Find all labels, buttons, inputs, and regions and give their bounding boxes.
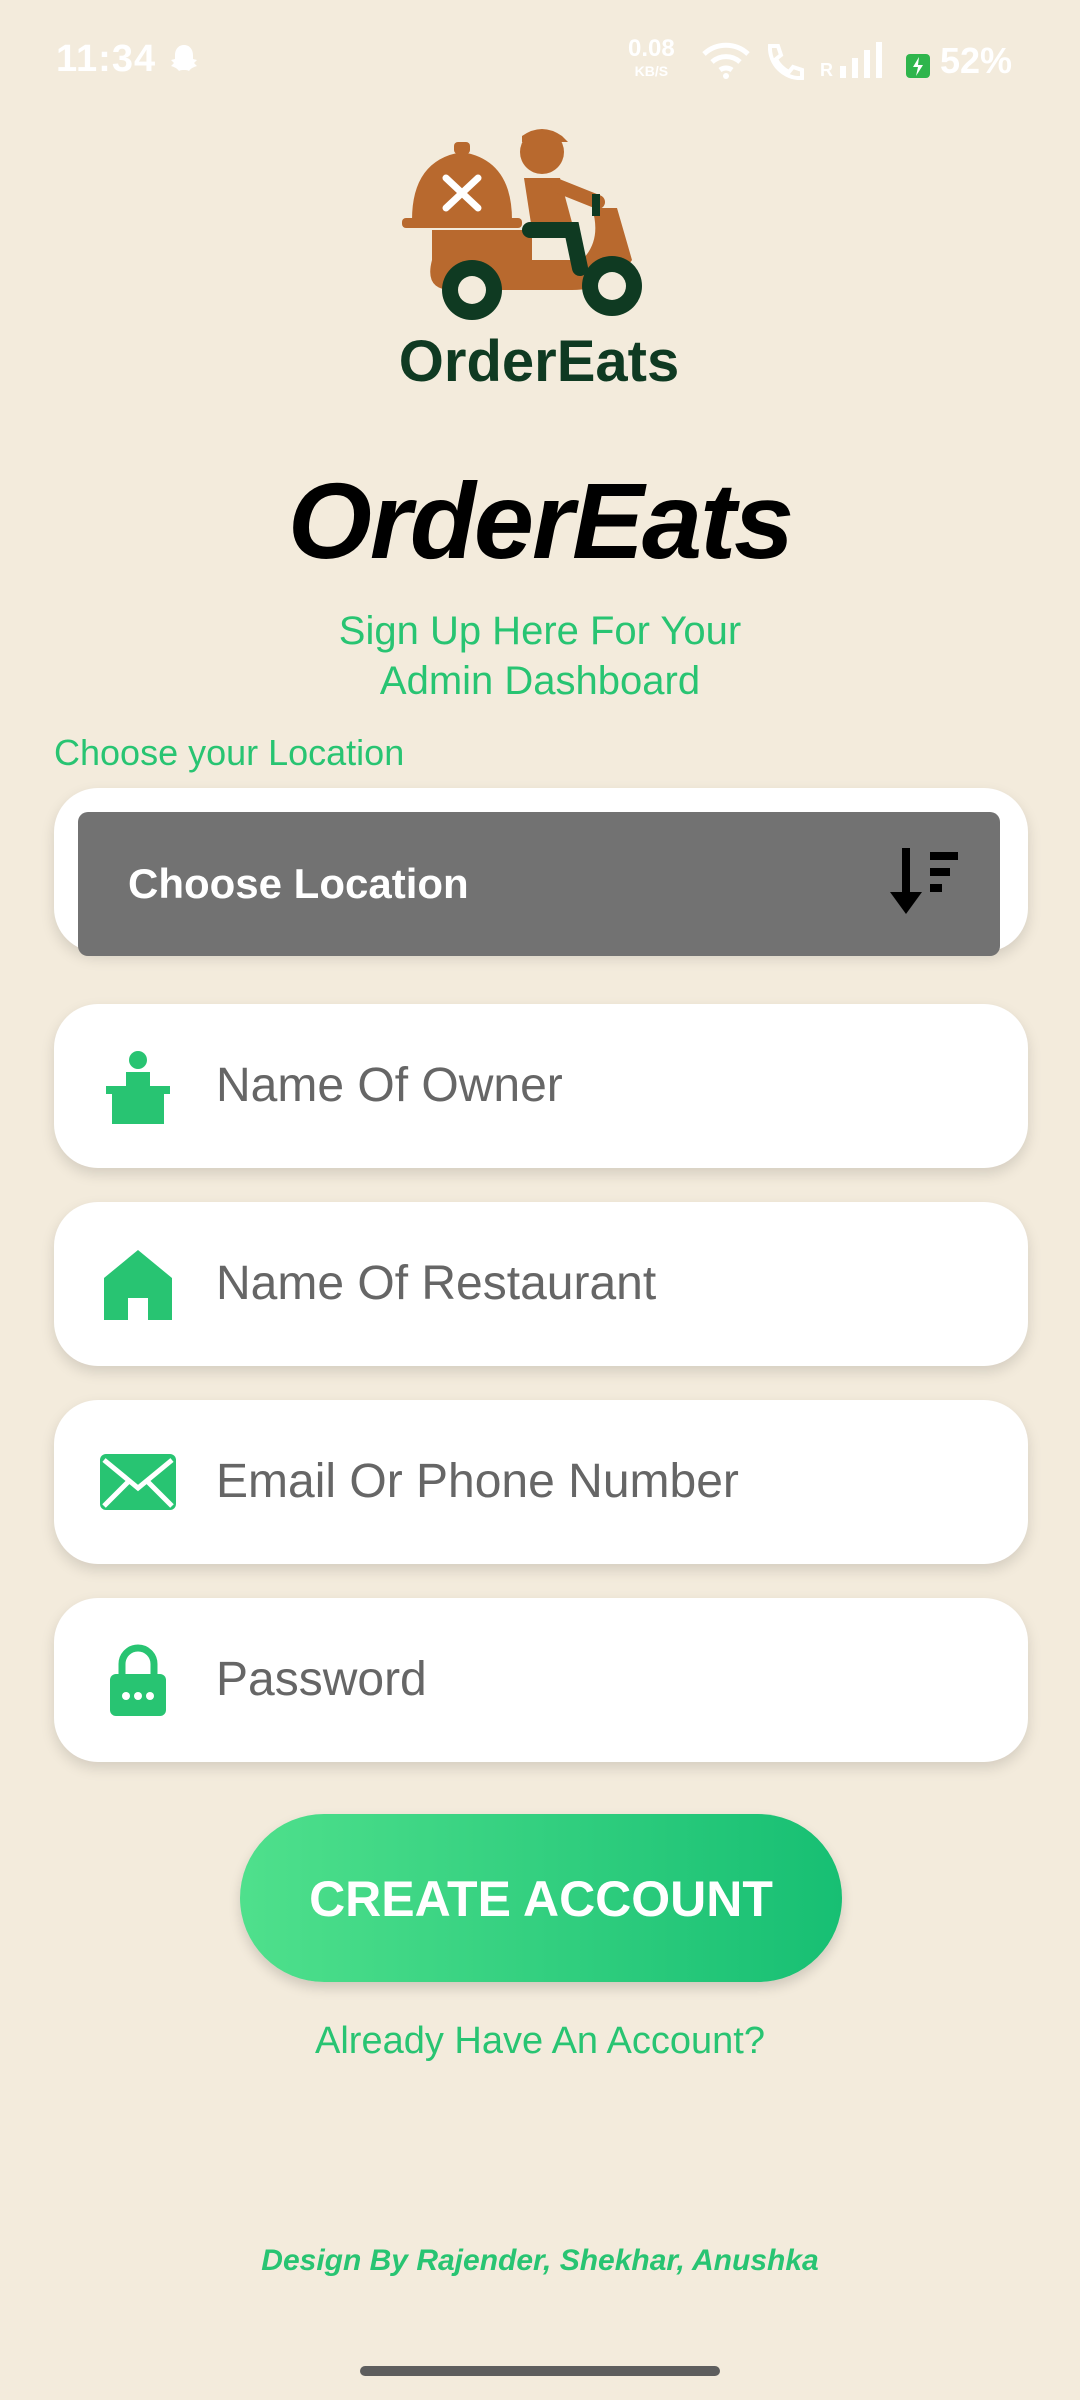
password-field[interactable]: Password [54,1598,1028,1762]
location-dropdown-value: Choose Location [128,860,469,907]
wifi-icon [702,42,750,79]
create-account-label: CREATE ACCOUNT [309,1871,773,1927]
wifi-call-icon [767,44,804,81]
location-label: Choose your Location [54,732,405,773]
battery-percentage: 52% [940,40,1013,81]
owner-desk-icon [106,1051,170,1124]
logo-wordmark: OrderEats [398,329,680,394]
create-account-button[interactable]: CREATE ACCOUNT [240,1814,842,1982]
delivery-scooter-icon [402,129,642,320]
page-subtitle: Sign Up Here For Your Admin Dashboard [338,609,742,703]
signal-icon: R [820,42,882,80]
app-title: OrderEats [287,460,794,581]
email-phone-placeholder: Email Or Phone Number [216,1455,739,1508]
battery-icon [906,54,930,78]
home-icon [104,1250,172,1320]
status-time: 11:34 [56,38,157,80]
location-card: Choose Location [54,788,1028,956]
network-speed: 0.08 KB/S [628,35,675,82]
envelope-icon [100,1454,176,1510]
email-phone-field[interactable]: Email Or Phone Number [54,1400,1028,1564]
app-logo: OrderEats [362,90,716,444]
owner-name-field[interactable]: Name Of Owner [54,1004,1028,1168]
design-credit: Design By Rajender, Shekhar, Anushka [261,2244,819,2277]
network-speed-value: 0.08 [628,35,675,62]
already-have-account-link[interactable]: Already Have An Account? [0,2020,1080,2063]
home-indicator[interactable] [360,2366,720,2376]
owner-name-placeholder: Name Of Owner [216,1059,563,1112]
restaurant-name-field[interactable]: Name Of Restaurant [54,1202,1028,1366]
location-dropdown[interactable]: Choose Location [78,812,1000,956]
password-placeholder: Password [216,1653,427,1706]
sort-descending-icon [890,848,958,914]
network-speed-unit: KB/S [634,63,669,79]
lock-icon [110,1644,166,1716]
restaurant-name-placeholder: Name Of Restaurant [216,1257,657,1310]
svg-text:R: R [820,60,833,80]
snapchat-icon [171,45,197,71]
